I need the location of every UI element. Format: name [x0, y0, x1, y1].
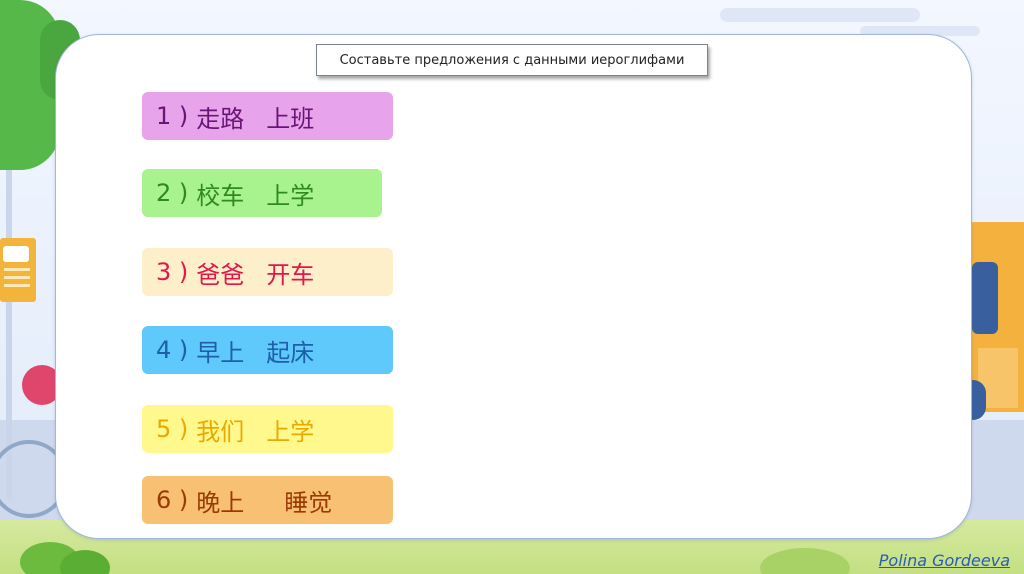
- slide-title: Составьте предложения с данными иероглиф…: [316, 44, 708, 76]
- item-number: 1 ): [156, 102, 189, 130]
- word-first: 爸爸: [196, 260, 245, 289]
- item-number: 5 ): [156, 415, 189, 443]
- bus-stop-sign-icon: [0, 238, 36, 302]
- word-second: 上学: [266, 181, 315, 210]
- word-second: 起床: [266, 338, 315, 367]
- word-pair-3: 3 ) 爸爸 开车: [142, 248, 393, 296]
- word-first: 我们: [196, 417, 245, 446]
- author-link[interactable]: Polina Gordeeva: [879, 551, 1010, 570]
- item-number: 6 ): [156, 486, 189, 514]
- word-first: 晚上: [196, 488, 245, 517]
- word-pair-2: 2 ) 校车 上学: [142, 169, 382, 217]
- item-number: 3 ): [156, 258, 189, 286]
- cloud: [720, 8, 920, 22]
- word-second: 睡觉: [284, 488, 333, 517]
- word-first: 走路: [196, 104, 245, 133]
- word-pair-6: 6 ) 晚上 睡觉: [142, 476, 393, 524]
- word-pair-1: 1 ) 走路 上班: [142, 92, 393, 140]
- word-pair-4: 4 ) 早上 起床: [142, 326, 393, 374]
- item-number: 2 ): [156, 179, 189, 207]
- word-first: 早上: [196, 338, 245, 367]
- word-second: 上学: [266, 417, 315, 446]
- word-first: 校车: [196, 181, 245, 210]
- slide-title-text: Составьте предложения с данными иероглиф…: [339, 52, 685, 68]
- word-second: 开车: [266, 260, 315, 289]
- word-pair-5: 5 ) 我们 上学: [142, 405, 393, 453]
- word-second: 上班: [266, 104, 315, 133]
- item-number: 4 ): [156, 336, 189, 364]
